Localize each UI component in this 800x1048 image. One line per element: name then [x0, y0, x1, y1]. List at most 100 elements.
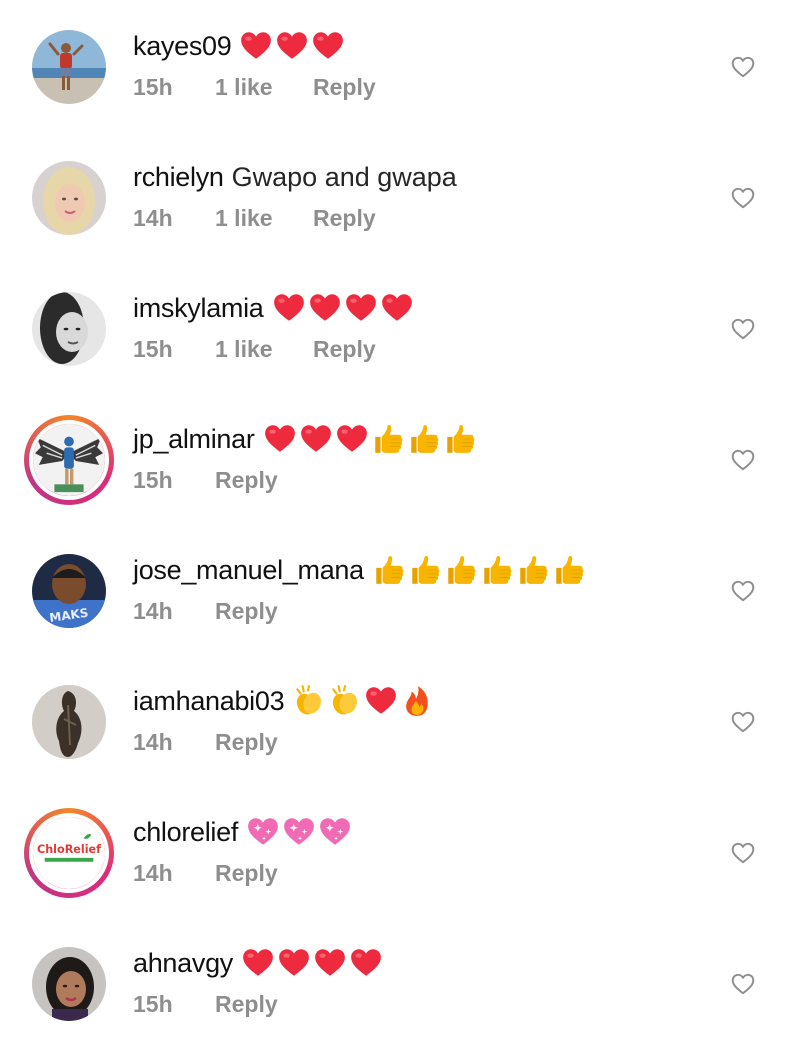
- like-heart-icon[interactable]: [730, 840, 756, 866]
- man-blue-shirt-avatar-image: MAKS: [32, 554, 106, 628]
- red-heart-emoji-icon: [300, 425, 331, 452]
- comment-item: kayes09 15h 1 like Reply: [0, 0, 800, 131]
- red-heart-emoji-icon: [243, 949, 273, 976]
- comment-emojis: [372, 553, 586, 587]
- thumbs-up-emoji-icon: [520, 555, 548, 584]
- avatar-story-ring: [29, 420, 109, 500]
- reply-button[interactable]: Reply: [215, 598, 278, 625]
- thumbs-up-emoji-icon: [376, 555, 404, 584]
- sparkling-heart-emoji-icon: [284, 818, 314, 845]
- comment-username[interactable]: imskylamia: [133, 293, 264, 324]
- comment-time[interactable]: 14h: [133, 860, 215, 887]
- comment-username[interactable]: jose_manuel_mana: [133, 555, 364, 586]
- comment-text-line: imskylamia: [133, 290, 414, 326]
- comment-likes[interactable]: 1 like: [215, 205, 313, 232]
- comment-likes[interactable]: 1 like: [215, 336, 313, 363]
- comment-body: Gwapo and gwapa: [231, 161, 457, 192]
- red-heart-emoji-icon: [345, 294, 376, 321]
- comment-username[interactable]: chlorelief: [133, 817, 238, 848]
- like-heart-icon[interactable]: [730, 447, 756, 473]
- comment-item: ahnavgy 15h Reply: [0, 917, 800, 1048]
- comment-item: ChloRelief chlorelief 14h Reply: [0, 786, 800, 917]
- comment-meta: 15h Reply: [133, 991, 278, 1018]
- red-heart-emoji-icon: [336, 425, 367, 452]
- comment-meta: 14h Reply: [133, 860, 278, 887]
- comment-username[interactable]: iamhanabi03: [133, 686, 285, 717]
- comment-text-line: chlorelief: [133, 814, 352, 850]
- comment-username[interactable]: jp_alminar: [133, 424, 255, 455]
- comment-time[interactable]: 15h: [133, 991, 215, 1018]
- fire-emoji-icon: [406, 686, 429, 716]
- comment-emojis: [272, 291, 414, 325]
- like-heart-icon[interactable]: [730, 316, 756, 342]
- comment-time[interactable]: 14h: [133, 729, 215, 756]
- comment-text-line: jose_manuel_mana: [133, 552, 586, 588]
- comment-username[interactable]: rchielyn: [133, 162, 224, 193]
- comment-time[interactable]: 15h: [133, 336, 215, 363]
- comment-item: imskylamia 15h 1 like Reply: [0, 262, 800, 393]
- like-heart-icon[interactable]: [730, 709, 756, 735]
- comment-emojis: [239, 29, 345, 63]
- avatar-imskylamia[interactable]: [32, 292, 106, 366]
- reply-button[interactable]: Reply: [215, 729, 278, 756]
- comments-list: kayes09 15h 1 like Reply rchielyn Gwapo …: [0, 0, 800, 1031]
- bw-woman-avatar-image: [32, 292, 106, 366]
- like-heart-icon[interactable]: [730, 971, 756, 997]
- comment-item: iamhanabi03 14h Reply: [0, 655, 800, 786]
- avatar-chlorelief[interactable]: ChloRelief: [24, 808, 114, 898]
- reply-button[interactable]: Reply: [313, 74, 376, 101]
- avatar-jose_manuel_mana[interactable]: MAKS: [32, 554, 106, 628]
- avatar-rchielyn[interactable]: [32, 161, 106, 235]
- red-heart-emoji-icon: [241, 32, 272, 59]
- chlorelief-logo-avatar-image: ChloRelief: [33, 817, 105, 889]
- comment-meta: 15h 1 like Reply: [133, 74, 376, 101]
- avatar-jp_alminar[interactable]: [24, 415, 114, 505]
- comment-likes[interactable]: 1 like: [215, 74, 313, 101]
- sparkling-heart-emoji-icon: [320, 818, 350, 845]
- blonde-woman-avatar-image: [32, 161, 106, 235]
- reply-button[interactable]: Reply: [313, 205, 376, 232]
- comment-meta: 14h 1 like Reply: [133, 205, 376, 232]
- thumbs-up-emoji-icon: [448, 555, 476, 584]
- reply-button[interactable]: Reply: [215, 467, 278, 494]
- reply-button[interactable]: Reply: [215, 991, 278, 1018]
- comment-emojis: [263, 422, 477, 456]
- comment-time[interactable]: 15h: [133, 74, 215, 101]
- comment-text-line: ahnavgy: [133, 945, 383, 981]
- dark-figure-avatar-image: [32, 685, 106, 759]
- comment-meta: 15h Reply: [133, 467, 278, 494]
- comment-item: MAKS jose_manuel_mana 14h Reply: [0, 524, 800, 655]
- comment-time[interactable]: 15h: [133, 467, 215, 494]
- like-heart-icon[interactable]: [730, 54, 756, 80]
- like-heart-icon[interactable]: [730, 578, 756, 604]
- comment-emojis: [241, 946, 383, 980]
- thumbs-up-emoji-icon: [484, 555, 512, 584]
- winged-figure-avatar-image: [33, 424, 105, 496]
- comment-emojis: [246, 815, 352, 849]
- comment-time[interactable]: 14h: [133, 205, 215, 232]
- thumbs-up-emoji-icon: [374, 424, 402, 453]
- red-heart-emoji-icon: [313, 32, 344, 59]
- red-heart-emoji-icon: [264, 425, 295, 452]
- comment-username[interactable]: ahnavgy: [133, 948, 233, 979]
- avatar-kayes09[interactable]: [32, 30, 106, 104]
- red-heart-emoji-icon: [381, 294, 412, 321]
- avatar-iamhanabi03[interactable]: [32, 685, 106, 759]
- comment-meta: 14h Reply: [133, 729, 278, 756]
- comment-text-line: rchielyn Gwapo and gwapa: [133, 159, 465, 195]
- thumbs-up-emoji-icon: [446, 424, 474, 453]
- comment-time[interactable]: 14h: [133, 598, 215, 625]
- avatar-ahnavgy[interactable]: [32, 947, 106, 1021]
- comment-username[interactable]: kayes09: [133, 31, 232, 62]
- woman-portrait-avatar-image: [32, 947, 106, 1021]
- comment-text-line: iamhanabi03: [133, 683, 434, 719]
- red-heart-emoji-icon: [351, 949, 381, 976]
- beach-photo-avatar-image: [32, 30, 106, 104]
- thumbs-up-emoji-icon: [410, 424, 438, 453]
- comment-meta: 15h 1 like Reply: [133, 336, 376, 363]
- red-heart-emoji-icon: [273, 294, 304, 321]
- reply-button[interactable]: Reply: [313, 336, 376, 363]
- like-heart-icon[interactable]: [730, 185, 756, 211]
- reply-button[interactable]: Reply: [215, 860, 278, 887]
- avatar-story-ring: ChloRelief: [29, 813, 109, 893]
